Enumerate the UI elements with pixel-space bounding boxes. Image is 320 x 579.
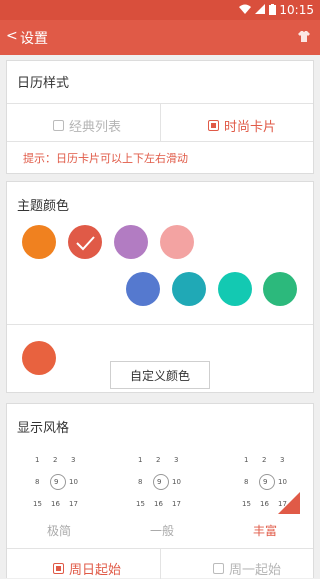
status-time: 10:15 — [279, 3, 314, 17]
checkbox-checked-icon — [208, 120, 219, 131]
theme-color-card: 主题颜色 自定义颜色 — [6, 181, 314, 393]
display-style-card: 显示风格 1 2 3 8 9 10 15 16 17 1 2 3 8 9 10 … — [6, 403, 314, 579]
mini-day: 15 — [242, 500, 251, 508]
option-label: 周日起始 — [69, 563, 122, 578]
style-label-rich: 丰富 — [253, 524, 278, 538]
display-style-heading: 显示风格 — [17, 421, 70, 436]
mini-day: 9 — [263, 478, 268, 486]
color-swatch-red[interactable] — [68, 225, 102, 259]
mini-day: 10 — [69, 478, 78, 486]
page-title: 设置 — [20, 31, 48, 47]
color-swatch-pink[interactable] — [160, 225, 194, 259]
color-swatch-blue[interactable] — [126, 272, 160, 306]
mini-day: 15 — [33, 500, 42, 508]
divider — [7, 141, 313, 142]
style-preview-minimal[interactable]: 1 2 3 8 9 10 15 16 17 — [31, 456, 91, 516]
mini-day: 9 — [157, 478, 162, 486]
battery-icon — [269, 4, 276, 15]
calendar-style-heading: 日历样式 — [17, 76, 70, 91]
mini-day: 8 — [138, 478, 143, 486]
mini-day: 17 — [69, 500, 78, 508]
swipe-hint: 提示：日历卡片可以上下左右滑动 — [23, 152, 188, 165]
status-bar: 10:15 — [0, 0, 320, 20]
check-icon — [76, 236, 95, 251]
status-icons — [239, 4, 276, 15]
mini-day: 2 — [53, 456, 58, 464]
mini-day: 10 — [278, 478, 287, 486]
mini-day: 9 — [54, 478, 59, 486]
option-label: 周一起始 — [229, 563, 282, 578]
mini-day: 1 — [35, 456, 40, 464]
custom-color-row: 自定义颜色 — [7, 324, 313, 394]
mini-day: 8 — [35, 478, 40, 486]
color-swatch-green[interactable] — [263, 272, 297, 306]
custom-color-button[interactable]: 自定义颜色 — [110, 361, 210, 389]
style-label-normal: 一般 — [150, 524, 175, 538]
selected-corner-icon — [278, 492, 300, 514]
option-fashion-card[interactable]: 时尚卡片 — [208, 116, 276, 135]
checkbox-checked-icon — [53, 563, 64, 574]
signal-icon — [255, 4, 265, 14]
style-preview-rich[interactable]: 1 2 3 8 9 10 15 16 17 — [240, 456, 300, 516]
mini-day: 2 — [262, 456, 267, 464]
mini-day: 1 — [244, 456, 249, 464]
color-swatch-turquoise[interactable] — [218, 272, 252, 306]
mini-day: 16 — [51, 500, 60, 508]
style-label-minimal: 极简 — [47, 524, 72, 538]
back-icon[interactable]: < — [6, 28, 18, 44]
mini-day: 2 — [156, 456, 161, 464]
mini-day: 10 — [172, 478, 181, 486]
app-header: < 设置 — [0, 20, 320, 55]
custom-color-preview — [22, 341, 56, 375]
mini-day: 8 — [244, 478, 249, 486]
color-swatch-orange[interactable] — [22, 225, 56, 259]
theme-color-heading: 主题颜色 — [17, 199, 70, 214]
color-swatch-purple[interactable] — [114, 225, 148, 259]
option-label: 经典列表 — [69, 120, 122, 135]
style-preview-normal[interactable]: 1 2 3 8 9 10 15 16 17 — [134, 456, 194, 516]
divider — [160, 548, 161, 579]
option-label: 时尚卡片 — [224, 120, 277, 135]
option-week-start-monday[interactable]: 周一起始 — [213, 559, 281, 578]
mini-day: 3 — [71, 456, 76, 464]
mini-day: 17 — [172, 500, 181, 508]
option-week-start-sunday[interactable]: 周日起始 — [53, 559, 121, 578]
calendar-style-card: 日历样式 经典列表 时尚卡片 提示：日历卡片可以上下左右滑动 — [6, 60, 314, 174]
mini-day: 15 — [136, 500, 145, 508]
wifi-icon — [239, 4, 251, 14]
checkbox-icon — [213, 563, 224, 574]
mini-day: 1 — [138, 456, 143, 464]
option-classic-list[interactable]: 经典列表 — [53, 116, 121, 135]
mini-day: 3 — [280, 456, 285, 464]
mini-day: 16 — [154, 500, 163, 508]
divider — [160, 103, 161, 141]
mini-day: 3 — [174, 456, 179, 464]
mini-day: 16 — [260, 500, 269, 508]
checkbox-icon — [53, 120, 64, 131]
color-swatch-teal[interactable] — [172, 272, 206, 306]
shirt-icon[interactable] — [298, 30, 310, 42]
